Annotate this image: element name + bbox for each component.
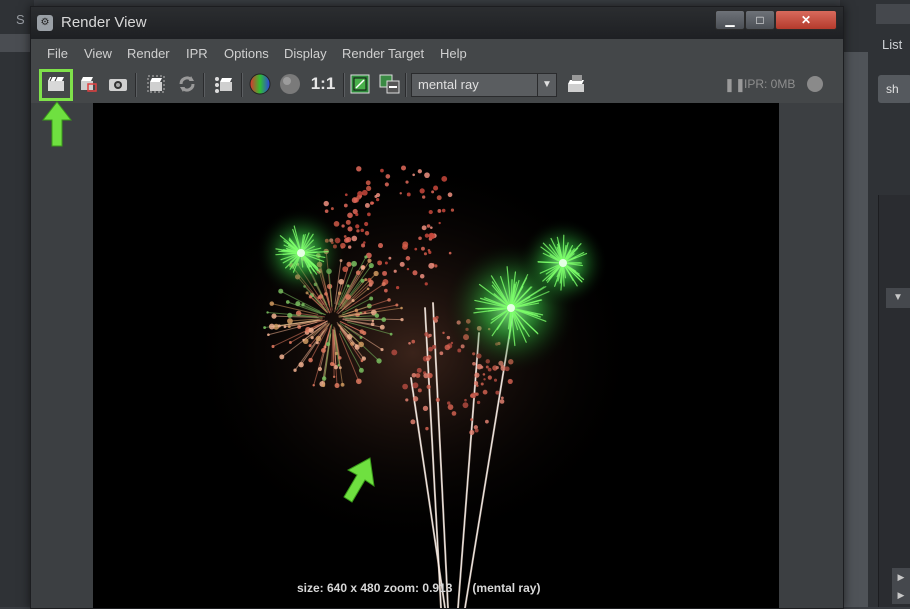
right-margin [779,103,843,608]
window-title: Render View [61,14,147,31]
title-bar[interactable]: ⚙ Render View ▁ □ ✕ [31,7,843,39]
menu-options[interactable]: Options [224,46,269,61]
keep-image-icon[interactable] [349,73,371,95]
background-left-label: S [16,12,25,27]
chevron-right-icon[interactable]: ▶▶ [892,568,910,604]
chevron-down-icon[interactable]: ▼ [886,288,910,308]
toolbar-separator [203,73,205,97]
color-channels-icon[interactable] [249,73,271,95]
background-left-panel [0,0,34,607]
minimize-button[interactable]: ▁ [715,10,745,30]
render-status-text: size: 640 x 480 zoom: 0.913 (mental ray) [297,581,540,595]
arrow-up-icon [42,100,72,148]
ipr-stop-icon[interactable] [807,76,823,92]
menu-help[interactable]: Help [440,46,467,61]
menu-display[interactable]: Display [284,46,327,61]
menu-ipr[interactable]: IPR [186,46,208,61]
real-size-button[interactable]: 1:1 [309,73,337,95]
pause-icon[interactable]: ❚❚ [724,77,746,93]
remove-image-icon[interactable] [379,73,401,95]
refresh-icon[interactable] [176,73,198,95]
left-margin [31,103,93,608]
background-tab[interactable]: sh [878,75,910,103]
menu-view[interactable]: View [84,46,112,61]
render-region-icon[interactable] [145,73,167,95]
render-settings-icon[interactable] [566,73,588,95]
chevron-down-icon[interactable]: ▼ [537,74,556,96]
fireworks-render-image [93,103,779,608]
toolbar: 1:1 mental ray ▼ ❚❚ IPR: 0MB [31,65,843,103]
close-button[interactable]: ✕ [775,10,837,30]
toolbar-separator [135,73,137,97]
arrow-pointer-icon [340,456,376,504]
toolbar-separator [241,73,243,97]
toolbar-separator [405,73,407,97]
background-list-label: List [882,37,902,52]
background-right-top [876,4,910,24]
maximize-button[interactable]: □ [745,10,775,30]
render-view-window: ⚙ Render View ▁ □ ✕ File View Render IPR… [30,6,844,609]
render-frame-icon[interactable] [45,73,67,95]
menu-render-target[interactable]: Render Target [342,46,424,61]
background-left-icons [0,34,30,52]
ipr-status: IPR: 0MB [744,77,795,91]
menu-file[interactable]: File [47,46,68,61]
app-icon: ⚙ [37,15,53,31]
snapshot-icon[interactable] [107,73,129,95]
background-scrollbar[interactable] [844,52,868,607]
render-target-dropdown[interactable]: mental ray ▼ [411,73,557,97]
render-image-viewport[interactable]: size: 640 x 480 zoom: 0.913 (mental ray) [93,103,779,608]
renderer-value: mental ray [418,77,479,92]
menu-render[interactable]: Render [127,46,170,61]
ipr-render-icon[interactable] [213,73,235,95]
alpha-channel-icon[interactable] [279,73,301,95]
toolbar-separator [343,73,345,97]
redo-render-icon[interactable] [77,73,99,95]
menu-bar: File View Render IPR Options Display Ren… [31,43,843,65]
background-right-subpanel [878,195,910,607]
